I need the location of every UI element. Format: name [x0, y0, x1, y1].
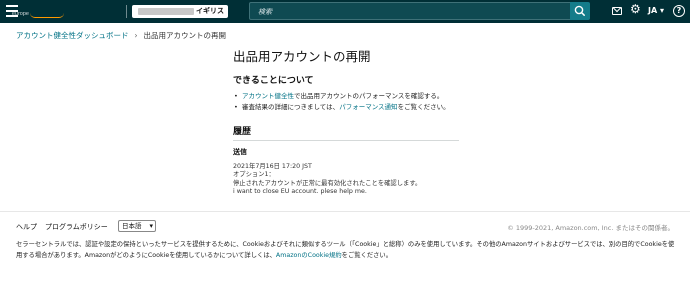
- list-item-text: 審査結果の詳細につきましては、: [242, 103, 340, 111]
- logo-smile: [30, 13, 64, 18]
- performance-notification-link[interactable]: パフォーマンス通知: [339, 103, 397, 111]
- footer-policy-link[interactable]: プログラムポリシー: [45, 223, 108, 231]
- top-navigation-bar: amazon seller central europe イギリス 検索 ⚙ J…: [0, 0, 690, 58]
- mail-icon[interactable]: [612, 7, 622, 15]
- search-button[interactable]: [570, 2, 590, 20]
- page-title: 出品用アカウントの再開: [233, 49, 371, 64]
- search-placeholder: 検索: [258, 8, 272, 16]
- topbar-divider: [126, 5, 127, 18]
- list-item-text: で出品用アカウントのパフォーマンスを確認する。: [294, 92, 444, 100]
- help-icon[interactable]: ?: [673, 5, 685, 17]
- search-input[interactable]: 検索: [249, 2, 589, 20]
- history-entry-label: 送信: [233, 148, 247, 156]
- list-item: アカウント健全性で出品用アカウントのパフォーマンスを確認する。: [234, 91, 463, 102]
- footer-help-link[interactable]: ヘルプ: [16, 223, 37, 231]
- logo-region: europe: [11, 11, 29, 17]
- copyright-text: © 1999-2021, Amazon.com, Inc. またはその関係者。: [507, 224, 674, 232]
- search-icon: [574, 5, 585, 16]
- gear-icon[interactable]: ⚙: [630, 3, 641, 15]
- breadcrumb-current: 出品用アカウントの再開: [143, 31, 227, 40]
- store-switcher[interactable]: イギリス: [132, 5, 228, 18]
- breadcrumb-link-dashboard[interactable]: アカウント健全性ダッシュボード: [16, 31, 129, 40]
- list-item: 審査結果の詳細につきましては、パフォーマンス通知をご覧ください。: [234, 102, 463, 113]
- breadcrumb-separator: ›: [134, 31, 138, 40]
- account-health-link[interactable]: アカウント健全性: [242, 92, 294, 100]
- footer-divider: [0, 211, 690, 212]
- language-menu[interactable]: JA ▾: [648, 6, 664, 15]
- history-title: 履歴: [233, 127, 252, 137]
- breadcrumb: アカウント健全性ダッシュボード › 出品用アカウントの再開: [16, 30, 226, 41]
- footer-links: ヘルプ プログラムポリシー: [16, 222, 116, 232]
- info-list: アカウント健全性で出品用アカウントのパフォーマンスを確認する。 審査結果の詳細に…: [234, 91, 463, 113]
- cookie-notice-end: をご覧ください。: [341, 251, 393, 259]
- store-name-redacted: [138, 8, 194, 15]
- cookie-policy-link[interactable]: AmazonのCookie規約: [276, 252, 342, 259]
- divider: [233, 140, 459, 141]
- list-item-text: をご覧ください。: [397, 103, 450, 111]
- history-message-jp: 停止されたアカウントが正常に最有効化されたことを確認します。: [233, 179, 422, 187]
- store-region: イギリス: [196, 7, 224, 15]
- section-title: できることについて: [233, 76, 314, 86]
- cookie-notice: セラーセントラルでは、認証や設定の保持といったサービスを提供するために、Cook…: [16, 240, 680, 261]
- history-option: オプション1：: [233, 171, 275, 179]
- main-content: 出品用アカウントの再開 できることについて アカウント健全性で出品用アカウントの…: [233, 46, 463, 196]
- language-label: JA: [648, 6, 658, 15]
- language-select-value: 日本語: [122, 222, 142, 230]
- language-select[interactable]: 日本語: [118, 220, 156, 232]
- history-message-en: i want to close EU account. plese help m…: [233, 187, 367, 195]
